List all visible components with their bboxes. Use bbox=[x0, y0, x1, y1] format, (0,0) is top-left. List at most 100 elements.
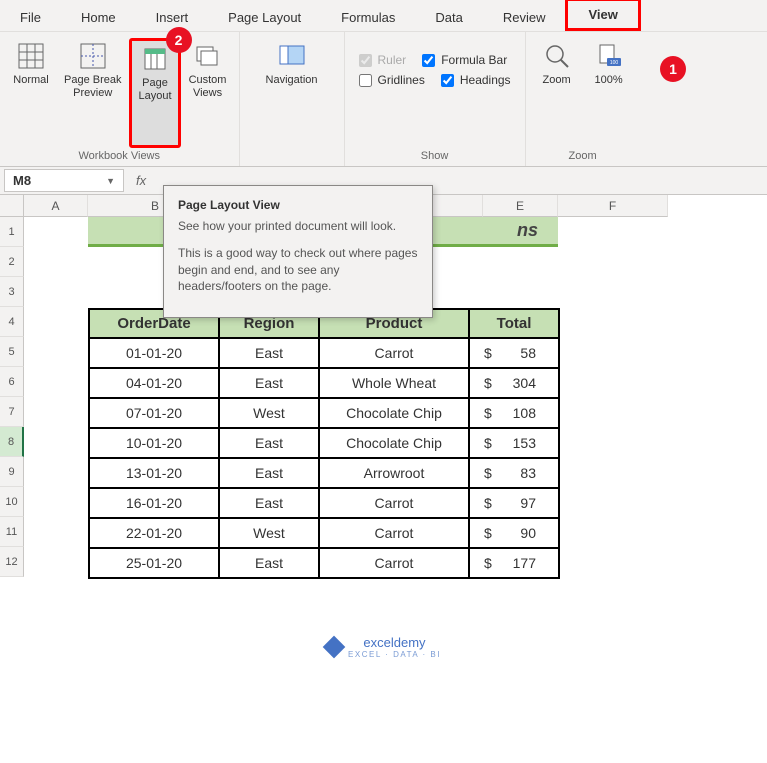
navigation-button[interactable]: Navigation bbox=[260, 38, 324, 160]
ribbon-body: Normal Page Break Preview 2 Page Layout bbox=[0, 32, 767, 167]
cell-date[interactable]: 10-01-20 bbox=[89, 428, 219, 458]
normal-view-label: Normal bbox=[13, 74, 48, 87]
col-header[interactable]: F bbox=[558, 195, 668, 217]
table-row[interactable]: 07-01-20WestChocolate Chip$108 bbox=[89, 398, 559, 428]
name-box[interactable]: M8 ▼ bbox=[4, 169, 124, 192]
select-all-corner[interactable] bbox=[0, 195, 24, 217]
cell-date[interactable]: 04-01-20 bbox=[89, 368, 219, 398]
cell-product[interactable]: Chocolate Chip bbox=[319, 428, 469, 458]
gridlines-checkbox[interactable]: Gridlines bbox=[351, 70, 433, 90]
cell-total[interactable]: $177 bbox=[469, 548, 559, 578]
page-break-icon bbox=[79, 42, 107, 70]
cell-total[interactable]: $97 bbox=[469, 488, 559, 518]
badge-2: 2 bbox=[166, 27, 192, 53]
row-header[interactable]: 2 bbox=[0, 247, 24, 277]
row-header[interactable]: 4 bbox=[0, 307, 24, 337]
cell-date[interactable]: 22-01-20 bbox=[89, 518, 219, 548]
cell-product[interactable]: Chocolate Chip bbox=[319, 398, 469, 428]
cell-product[interactable]: Whole Wheat bbox=[319, 368, 469, 398]
table-row[interactable]: 16-01-20EastCarrot$97 bbox=[89, 488, 559, 518]
group-zoom: Zoom 100 100% Zoom bbox=[526, 32, 640, 166]
tab-formulas[interactable]: Formulas bbox=[321, 4, 415, 31]
table-row[interactable]: 04-01-20EastWhole Wheat$304 bbox=[89, 368, 559, 398]
tab-review[interactable]: Review bbox=[483, 4, 566, 31]
cell-product[interactable]: Carrot bbox=[319, 518, 469, 548]
row-header[interactable]: 11 bbox=[0, 517, 24, 547]
row-header[interactable]: 5 bbox=[0, 337, 24, 367]
col-header[interactable]: A bbox=[24, 195, 88, 217]
cell-product[interactable]: Arrowroot bbox=[319, 458, 469, 488]
group-show: Ruler Formula Bar Gridlines Headings Sho… bbox=[345, 32, 526, 166]
fx-button[interactable]: fx bbox=[128, 173, 154, 188]
cell-total[interactable]: $108 bbox=[469, 398, 559, 428]
cell-total[interactable]: $153 bbox=[469, 428, 559, 458]
row-header[interactable]: 8 bbox=[0, 427, 24, 457]
table-row[interactable]: 10-01-20EastChocolate Chip$153 bbox=[89, 428, 559, 458]
col-header[interactable]: E bbox=[483, 195, 558, 217]
tab-view[interactable]: View bbox=[565, 0, 640, 31]
page-layout-icon bbox=[141, 45, 169, 73]
table-row[interactable]: 22-01-20WestCarrot$90 bbox=[89, 518, 559, 548]
table-row[interactable]: 25-01-20EastCarrot$177 bbox=[89, 548, 559, 578]
cell-date[interactable]: 07-01-20 bbox=[89, 398, 219, 428]
cell-region[interactable]: West bbox=[219, 398, 319, 428]
ruler-checkbox: Ruler bbox=[351, 50, 415, 70]
group-navigation: Navigation bbox=[240, 32, 345, 166]
tooltip-title: Page Layout View bbox=[178, 198, 418, 212]
row-header[interactable]: 1 bbox=[0, 217, 24, 247]
cell-total[interactable]: $90 bbox=[469, 518, 559, 548]
page-layout-button[interactable]: 2 Page Layout bbox=[129, 38, 180, 148]
cell-total[interactable]: $83 bbox=[469, 458, 559, 488]
cell-region[interactable]: East bbox=[219, 548, 319, 578]
cell-region[interactable]: East bbox=[219, 428, 319, 458]
cell-total[interactable]: $304 bbox=[469, 368, 559, 398]
cell-date[interactable]: 13-01-20 bbox=[89, 458, 219, 488]
normal-view-button[interactable]: Normal bbox=[6, 38, 56, 148]
zoom-label: Zoom bbox=[543, 74, 571, 87]
zoom-100-button[interactable]: 100 100% bbox=[584, 38, 634, 148]
cell-region[interactable]: West bbox=[219, 518, 319, 548]
zoom-group-label: Zoom bbox=[532, 148, 634, 164]
zoom-icon bbox=[543, 42, 571, 70]
tab-file[interactable]: File bbox=[0, 4, 61, 31]
page-layout-tooltip: Page Layout View See how your printed do… bbox=[163, 185, 433, 318]
row-header[interactable]: 7 bbox=[0, 397, 24, 427]
page-layout-label: Page Layout bbox=[138, 77, 171, 103]
row-header[interactable]: 6 bbox=[0, 367, 24, 397]
row-header[interactable]: 10 bbox=[0, 487, 24, 517]
cell-region[interactable]: East bbox=[219, 458, 319, 488]
formula-bar-checkbox[interactable]: Formula Bar bbox=[414, 50, 515, 70]
cell-region[interactable]: East bbox=[219, 368, 319, 398]
cell-date[interactable]: 01-01-20 bbox=[89, 338, 219, 368]
custom-views-label: Custom Views bbox=[189, 74, 227, 100]
row-header[interactable]: 3 bbox=[0, 277, 24, 307]
cell-date[interactable]: 25-01-20 bbox=[89, 548, 219, 578]
page-break-preview-button[interactable]: Page Break Preview bbox=[58, 38, 127, 148]
row-header[interactable]: 12 bbox=[0, 547, 24, 577]
watermark: exceldemy EXCEL · DATA · BI bbox=[0, 635, 767, 659]
cell-region[interactable]: East bbox=[219, 338, 319, 368]
ribbon-tabs: File Home Insert Page Layout Formulas Da… bbox=[0, 0, 767, 32]
tooltip-text-2: This is a good way to check out where pa… bbox=[178, 245, 418, 295]
row-header[interactable]: 9 bbox=[0, 457, 24, 487]
tab-pagelayout[interactable]: Page Layout bbox=[208, 4, 321, 31]
tab-data[interactable]: Data bbox=[415, 4, 482, 31]
cell-region[interactable]: East bbox=[219, 488, 319, 518]
table-row[interactable]: 13-01-20EastArrowroot$83 bbox=[89, 458, 559, 488]
table-row[interactable]: 01-01-20EastCarrot$58 bbox=[89, 338, 559, 368]
cell-product[interactable]: Carrot bbox=[319, 548, 469, 578]
svg-text:100: 100 bbox=[609, 60, 618, 66]
col-total[interactable]: Total bbox=[469, 309, 559, 338]
headings-checkbox[interactable]: Headings bbox=[433, 70, 519, 90]
row-headers: 1 2 3 4 5 6 7 8 9 10 11 12 bbox=[0, 217, 24, 577]
namebox-dropdown-icon[interactable]: ▼ bbox=[106, 176, 115, 186]
cell-date[interactable]: 16-01-20 bbox=[89, 488, 219, 518]
tab-home[interactable]: Home bbox=[61, 4, 136, 31]
cell-product[interactable]: Carrot bbox=[319, 488, 469, 518]
cell-product[interactable]: Carrot bbox=[319, 338, 469, 368]
custom-views-button[interactable]: Custom Views bbox=[183, 38, 233, 148]
tab-insert[interactable]: Insert bbox=[136, 4, 209, 31]
zoom-button[interactable]: Zoom bbox=[532, 38, 582, 148]
cell-total[interactable]: $58 bbox=[469, 338, 559, 368]
normal-view-icon bbox=[17, 42, 45, 70]
